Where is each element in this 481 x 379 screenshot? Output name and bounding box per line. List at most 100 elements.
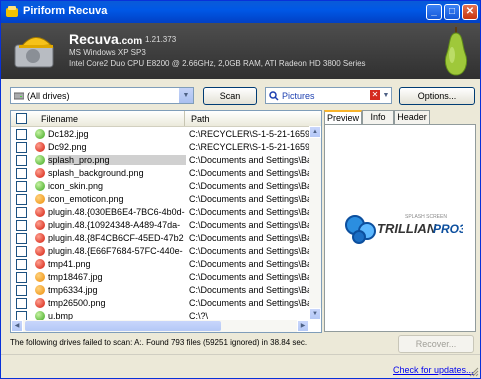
minimize-button[interactable]: _ xyxy=(426,4,442,20)
status-text: The following drives failed to scan: A:.… xyxy=(10,338,308,347)
horizontal-scrollbar[interactable]: ◀ ▶ xyxy=(11,320,309,332)
chevron-down-icon[interactable]: ▼ xyxy=(178,88,193,103)
row-filename: plugin.48.{E66F7684-57FC-440e- xyxy=(48,246,183,256)
tab-info[interactable]: Info xyxy=(362,110,394,125)
row-path: C:\Documents and Settings\Bar xyxy=(189,298,309,308)
preview-pane: TRILLIAN PRO3 SPLASH SCREEN xyxy=(324,124,476,332)
row-filename: plugin.48.{10924348-A489-47da- xyxy=(48,220,181,230)
recovery-state-icon xyxy=(35,233,45,243)
scroll-right-icon[interactable]: ▶ xyxy=(297,320,309,332)
row-checkbox[interactable] xyxy=(16,272,27,283)
file-type-filter[interactable]: Pictures ✕ ▼ xyxy=(265,87,392,104)
table-row[interactable]: tmp26500.png C:\Documents and Settings\Ba… xyxy=(11,297,309,310)
table-row[interactable]: plugin.48.{E66F7684-57FC-440e- C:\Documen… xyxy=(11,245,309,258)
table-row[interactable]: plugin.48.{030EB6E4-7BC6-4b0d- C:\Documen… xyxy=(11,206,309,219)
path-column-header[interactable]: Path xyxy=(191,114,210,124)
table-row[interactable]: plugin.48.{10924348-A489-47da- C:\Documen… xyxy=(11,219,309,232)
row-filename: tmp6334.jpg xyxy=(48,285,98,295)
options-button[interactable]: Options... xyxy=(399,87,475,105)
svg-text:PRO3: PRO3 xyxy=(433,222,463,236)
hardware-info: Intel Core2 Duo CPU E8200 @ 2.66GHz, 2,0… xyxy=(69,59,366,68)
row-filename: Dc92.png xyxy=(48,142,87,152)
recovery-state-icon xyxy=(35,168,45,178)
row-path: C:\Documents and Settings\Bar xyxy=(189,155,309,165)
row-filename: plugin.48.{8F4CB6CF-45ED-47b2 xyxy=(48,233,184,243)
row-checkbox[interactable] xyxy=(16,220,27,231)
row-path: C:\Documents and Settings\Bar xyxy=(189,285,309,295)
table-row[interactable]: Dc92.png C:\RECYCLER\S-1-5-21-165900 xyxy=(11,141,309,154)
scroll-up-icon[interactable]: ▲ xyxy=(309,126,321,138)
row-checkbox[interactable] xyxy=(16,246,27,257)
row-filename: icon_emoticon.png xyxy=(48,194,124,204)
pear-logo-icon xyxy=(444,27,468,76)
os-info: MS Windows XP SP3 xyxy=(69,48,146,57)
row-path: C:\Documents and Settings\Bar xyxy=(189,207,309,217)
row-filename: plugin.48.{030EB6E4-7BC6-4b0d- xyxy=(48,207,185,217)
tab-preview[interactable]: Preview xyxy=(324,110,362,125)
brand-name: Recuva xyxy=(69,31,119,47)
divider xyxy=(1,354,480,355)
trillian-pro-logo-image: TRILLIAN PRO3 SPLASH SCREEN xyxy=(345,214,463,244)
svg-text:TRILLIAN: TRILLIAN xyxy=(377,221,437,236)
recuva-app-icon xyxy=(6,6,18,17)
brand-suffix: .com xyxy=(118,36,143,47)
row-path: C:\Documents and Settings\Bar xyxy=(189,181,309,191)
table-row[interactable]: tmp18467.jpg C:\Documents and Settings\Ba… xyxy=(11,271,309,284)
recovery-state-icon xyxy=(35,298,45,308)
row-path: C:\RECYCLER\S-1-5-21-165900 xyxy=(189,142,309,152)
row-filename: Dc182.jpg xyxy=(48,129,89,139)
check-for-updates-link[interactable]: Check for updates... xyxy=(393,365,474,375)
horizontal-scroll-thumb[interactable] xyxy=(25,321,221,331)
brand-logo: Recuva.com xyxy=(69,31,142,47)
row-path: C:\RECYCLER\S-1-5-21-165900 xyxy=(189,129,309,139)
scroll-down-icon[interactable]: ▼ xyxy=(309,308,321,320)
select-all-checkbox[interactable] xyxy=(16,113,27,124)
row-filename: tmp18467.jpg xyxy=(48,272,103,282)
clear-filter-icon[interactable]: ✕ xyxy=(370,90,380,100)
recovery-state-icon xyxy=(35,272,45,282)
filter-dropdown-icon[interactable]: ▼ xyxy=(381,88,391,103)
drive-select[interactable]: (All drives) ▼ xyxy=(10,87,194,104)
recovery-state-icon xyxy=(35,207,45,217)
app-header: Recuva.com 1.21.373 MS Windows XP SP3 In… xyxy=(1,23,480,79)
row-checkbox[interactable] xyxy=(16,285,27,296)
file-list-header: Filename Path xyxy=(11,111,321,127)
row-checkbox[interactable] xyxy=(16,168,27,179)
table-row[interactable]: icon_skin.png C:\Documents and Settings\B… xyxy=(11,180,309,193)
table-row[interactable]: splash_pro.png C:\Documents and Settings\… xyxy=(11,154,309,167)
table-row[interactable]: tmp41.png C:\Documents and Settings\Bar xyxy=(11,258,309,271)
table-row[interactable]: splash_background.png C:\Documents and Se… xyxy=(11,167,309,180)
hard-drive-helmet-icon xyxy=(14,37,54,68)
version-label: 1.21.373 xyxy=(145,35,177,44)
tab-header[interactable]: Header xyxy=(394,110,430,125)
close-button[interactable]: ✕ xyxy=(462,4,478,20)
file-type-filter-value: Pictures xyxy=(282,91,315,101)
recovery-state-icon xyxy=(35,194,45,204)
scroll-left-icon[interactable]: ◀ xyxy=(11,320,23,332)
row-checkbox[interactable] xyxy=(16,298,27,309)
table-row[interactable]: tmp6334.jpg C:\Documents and Settings\Bar xyxy=(11,284,309,297)
row-checkbox[interactable] xyxy=(16,259,27,270)
recuva-window: Piriform Recuva _ □ ✕ Recuva.com 1.21.37… xyxy=(0,0,481,379)
row-checkbox[interactable] xyxy=(16,129,27,140)
recovery-state-icon xyxy=(35,155,45,165)
row-checkbox[interactable] xyxy=(16,194,27,205)
maximize-button[interactable]: □ xyxy=(444,4,460,20)
table-row[interactable]: plugin.48.{8F4CB6CF-45ED-47b2 C:\Document… xyxy=(11,232,309,245)
table-row[interactable]: icon_emoticon.png C:\Documents and Settin… xyxy=(11,193,309,206)
row-checkbox[interactable] xyxy=(16,233,27,244)
row-checkbox[interactable] xyxy=(16,142,27,153)
recover-button[interactable]: Recover... xyxy=(398,335,474,353)
recovery-state-icon xyxy=(35,142,45,152)
filename-column-header[interactable]: Filename xyxy=(41,114,78,124)
scan-button[interactable]: Scan xyxy=(203,87,257,105)
row-checkbox[interactable] xyxy=(16,181,27,192)
row-filename: tmp26500.png xyxy=(48,298,106,308)
table-row[interactable]: Dc182.jpg C:\RECYCLER\S-1-5-21-165900 xyxy=(11,128,309,141)
row-checkbox[interactable] xyxy=(16,155,27,166)
resize-grip-icon[interactable] xyxy=(469,367,479,377)
title-bar[interactable]: Piriform Recuva _ □ ✕ xyxy=(1,1,480,23)
row-path: C:\Documents and Settings\Bar xyxy=(189,272,309,282)
row-checkbox[interactable] xyxy=(16,207,27,218)
vertical-scrollbar[interactable]: ▲ ▼ xyxy=(309,126,321,320)
